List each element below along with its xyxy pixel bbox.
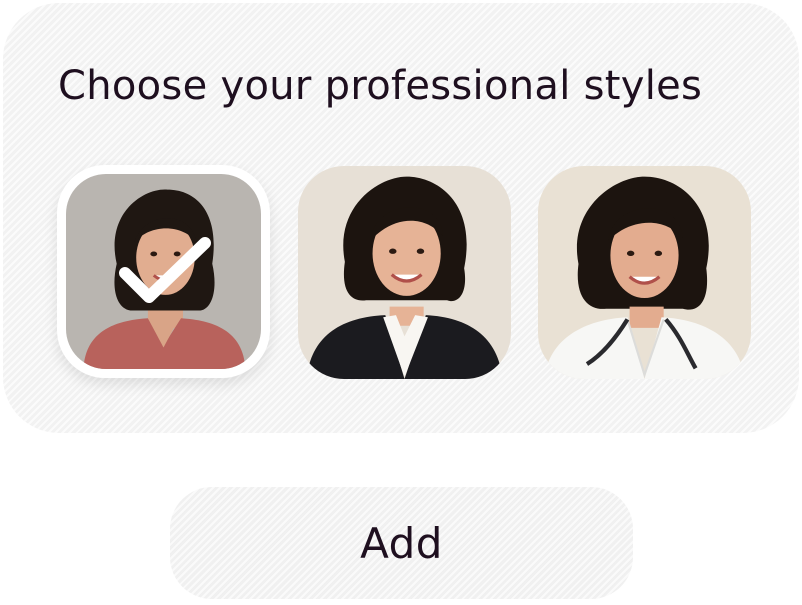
portrait-doctor-coat	[538, 166, 751, 379]
portrait-business-suit	[298, 166, 511, 379]
style-option-casual[interactable]	[57, 165, 270, 378]
style-option-business-suit[interactable]	[298, 166, 511, 379]
page-title: Choose your professional styles	[58, 63, 703, 109]
check-icon	[119, 237, 211, 303]
style-picker-panel: Choose your professional styles	[3, 3, 799, 433]
add-button[interactable]: Add	[170, 487, 633, 599]
style-option-doctor-coat[interactable]	[538, 166, 751, 379]
add-button-label: Add	[360, 518, 443, 568]
